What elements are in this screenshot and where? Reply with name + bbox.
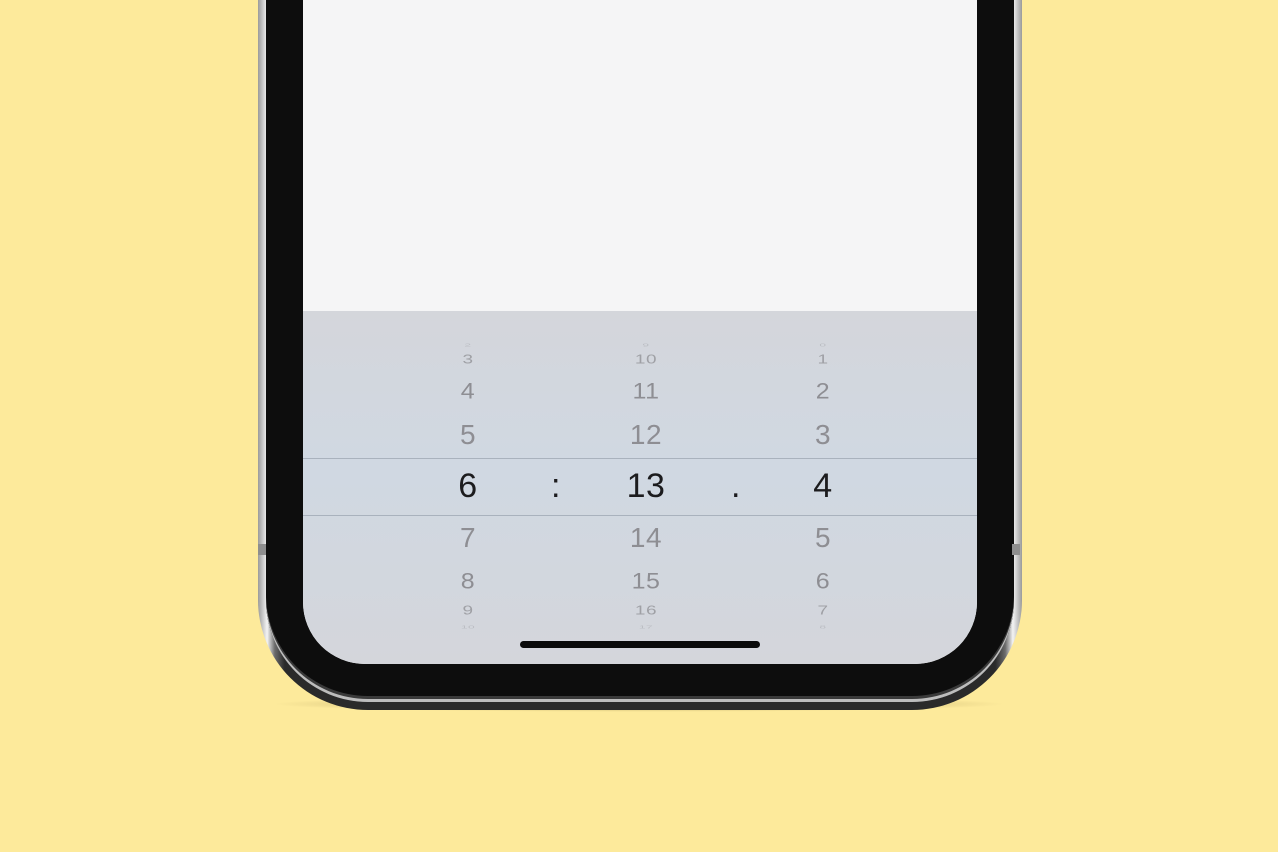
side-button-left bbox=[258, 544, 266, 555]
picker-value: 9 bbox=[642, 342, 650, 348]
picker-value: 7 bbox=[817, 603, 829, 618]
picker-value: 4 bbox=[460, 378, 476, 404]
picker-selected-value: 6 bbox=[458, 467, 478, 505]
picker-value: 2 bbox=[464, 342, 472, 348]
side-button-right bbox=[1012, 544, 1020, 555]
picker-value: 11 bbox=[632, 378, 660, 404]
picker-value: 3 bbox=[814, 419, 832, 450]
picker-column-hours[interactable]: 2 3 4 5 6 7 8 9 10 bbox=[408, 311, 528, 664]
home-indicator[interactable] bbox=[520, 641, 760, 648]
phone-screen: 2 3 4 5 6 7 8 9 10 : 9 10 11 12 13 14 15… bbox=[303, 0, 977, 664]
picker-column-tenths[interactable]: 0 1 2 3 4 5 6 7 8 bbox=[763, 311, 883, 664]
picker-value: 0 bbox=[819, 342, 827, 348]
picker-value: 8 bbox=[819, 624, 827, 630]
picker-value: 7 bbox=[459, 522, 477, 553]
picker-value: 10 bbox=[460, 624, 476, 630]
picker-value: 5 bbox=[459, 419, 477, 450]
picker-value: 10 bbox=[634, 352, 658, 367]
picker-value: 14 bbox=[629, 522, 663, 553]
picker-selected-value: 13 bbox=[626, 467, 666, 505]
picker-value: 6 bbox=[815, 568, 831, 594]
picker-value: 17 bbox=[638, 624, 654, 630]
picker-value: 1 bbox=[817, 352, 829, 367]
picker-value: 3 bbox=[462, 352, 474, 367]
app-content-area bbox=[303, 0, 977, 311]
picker-selected-value: 4 bbox=[813, 467, 833, 505]
time-picker[interactable]: 2 3 4 5 6 7 8 9 10 : 9 10 11 12 13 14 15… bbox=[303, 311, 977, 664]
picker-value: 2 bbox=[815, 378, 831, 404]
time-separator-dot: . bbox=[731, 467, 741, 505]
picker-value: 5 bbox=[814, 522, 832, 553]
picker-value: 8 bbox=[460, 568, 476, 594]
picker-value: 9 bbox=[462, 603, 474, 618]
picker-column-minutes[interactable]: 9 10 11 12 13 14 15 16 17 bbox=[586, 311, 706, 664]
time-separator-colon: : bbox=[551, 467, 561, 505]
picker-value: 16 bbox=[634, 603, 658, 618]
picker-value: 12 bbox=[629, 419, 663, 450]
picker-value: 15 bbox=[631, 568, 661, 594]
